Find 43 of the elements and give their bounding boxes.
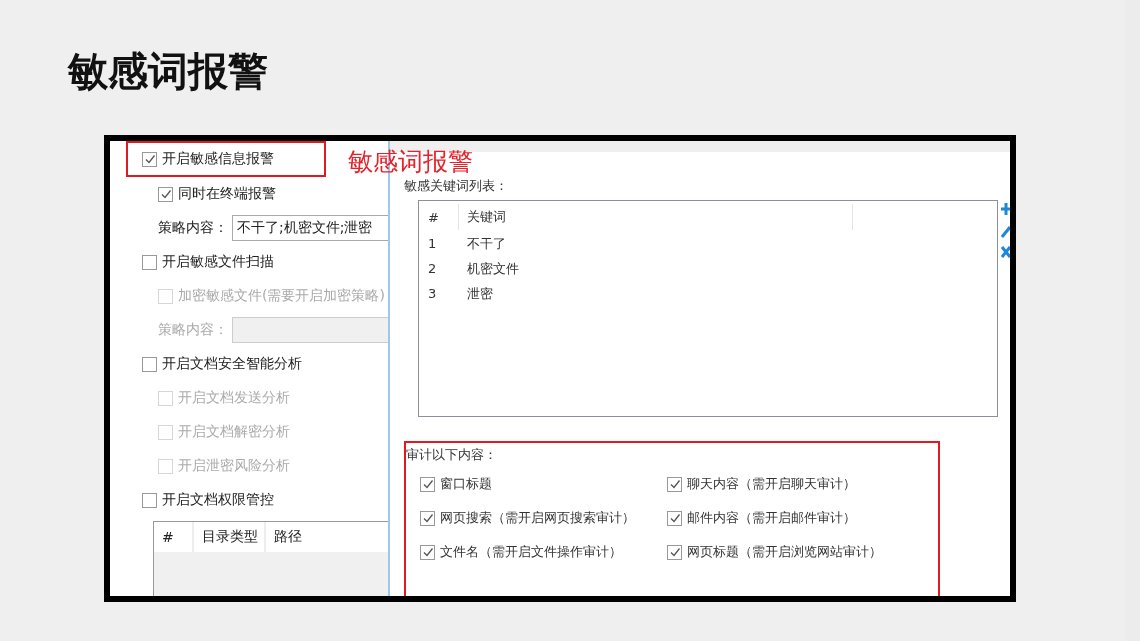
checkbox[interactable]: [420, 510, 435, 526]
column-header: 关键词: [459, 204, 853, 230]
edit-icon[interactable]: [1001, 224, 1010, 238]
table-cell-text: 2: [427, 261, 438, 276]
table-cell-text: 泄密: [466, 284, 494, 303]
table-cell-text: 1: [427, 236, 438, 251]
column-header: 目录类型: [194, 522, 266, 552]
table-cell-text: 机密文件: [466, 259, 520, 278]
checkbox[interactable]: [420, 476, 435, 492]
checkbox[interactable]: [142, 151, 157, 167]
checkbox-option[interactable]: 网页搜索（需开启网页搜索审计）: [420, 509, 667, 527]
input-field[interactable]: 不干了;机密文件;泄密: [232, 215, 388, 241]
checkbox-option[interactable]: 开启文档安全智能分析: [142, 355, 302, 373]
checkbox-option[interactable]: 同时在终端报警: [158, 185, 276, 203]
checkbox-option[interactable]: 开启文档权限管控: [142, 491, 274, 509]
column-header: #: [419, 204, 459, 230]
checkbox-option[interactable]: 窗口标题: [420, 475, 667, 493]
list-label: 敏感关键词列表：: [404, 177, 509, 195]
checkbox[interactable]: [667, 476, 682, 492]
delete-icon[interactable]: [1001, 246, 1010, 258]
checkbox-option[interactable]: 文件名（需开启文件操作审计）: [420, 543, 667, 561]
checkbox[interactable]: [158, 186, 173, 202]
checkbox[interactable]: [142, 254, 157, 270]
column-header: 路径: [273, 527, 303, 546]
column-header: #: [154, 522, 194, 552]
section-label: 审计以下内容：: [406, 446, 498, 464]
annotation-text: 敏感词报警: [348, 147, 473, 177]
checkbox[interactable]: [667, 510, 682, 526]
field-label: 策略内容：: [158, 219, 228, 237]
slide-title: 敏感词报警: [68, 47, 269, 96]
checkbox-option[interactable]: 开启敏感文件扫描: [142, 253, 274, 271]
checkbox[interactable]: [420, 544, 435, 560]
checkbox[interactable]: [142, 492, 157, 508]
checkbox-option[interactable]: 网页标题（需开启浏览网站审计）: [667, 543, 938, 561]
checkbox[interactable]: [667, 544, 682, 560]
checkbox[interactable]: [142, 356, 157, 372]
add-icon[interactable]: [1001, 202, 1010, 216]
table-cell-text: 不干了: [466, 234, 507, 253]
checkbox-option[interactable]: 聊天内容（需开启聊天审计）: [667, 475, 938, 493]
field-label: 策略内容：: [158, 321, 228, 339]
checkbox-option[interactable]: 开启敏感信息报警: [142, 150, 274, 168]
checkbox-option[interactable]: 邮件内容（需开启邮件审计）: [667, 509, 938, 527]
table-cell-text: 3: [427, 286, 438, 301]
